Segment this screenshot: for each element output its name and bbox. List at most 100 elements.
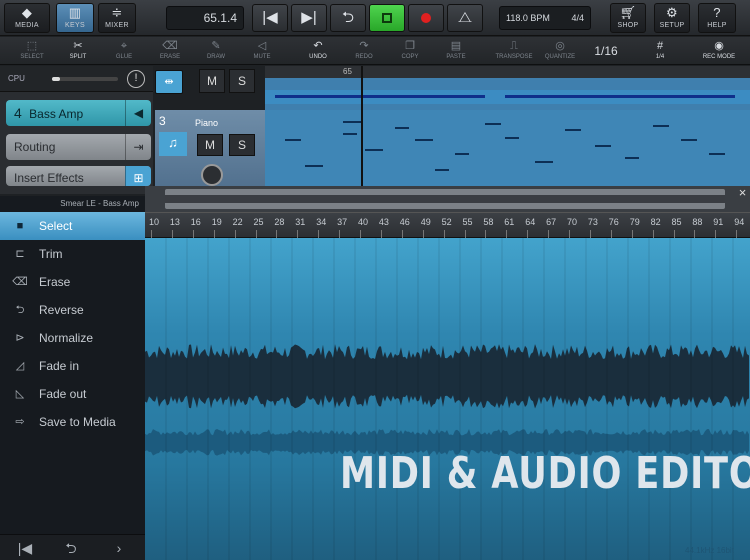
eraser-icon: ⌫	[162, 40, 178, 52]
fade-in-icon: ◿	[15, 360, 25, 372]
track-row-piano[interactable]: 3 Piano ♫ M S	[155, 110, 265, 194]
cpu-warning-icon[interactable]: !	[127, 70, 145, 88]
erase-tool[interactable]: ⌫ ERASE	[150, 38, 190, 64]
undo-label: UNDO	[309, 54, 327, 60]
ruler-tick	[401, 230, 403, 238]
ruler-tick-label: 91	[713, 217, 724, 227]
erase-icon: ⌫	[12, 276, 28, 288]
tool-fade-in[interactable]: ◿ Fade in	[0, 352, 145, 380]
overview-window[interactable]	[165, 189, 725, 209]
select-tool[interactable]: ⬚ SELECT	[12, 38, 52, 64]
redo-button[interactable]: ↷ REDO	[344, 38, 384, 64]
editor-ruler[interactable]: 10 13 16 19 22 25 28 31 34 37 40 43 46 49 52 55 58 61 64 67…	[145, 212, 750, 238]
time-signature: 4/4	[571, 13, 584, 23]
loop-icon[interactable]: ⮌	[58, 539, 84, 557]
piano-mute-button[interactable]: M	[197, 134, 223, 156]
tool-select[interactable]: ■ Select	[0, 212, 145, 240]
tempo-display[interactable]: 118.0 BPM 4/4	[499, 6, 591, 30]
record-icon	[421, 13, 431, 23]
record-button[interactable]	[408, 4, 444, 32]
chevron-right-icon[interactable]: ›	[106, 539, 132, 557]
ruler-tick-label: 88	[692, 217, 703, 227]
piano-instrument-icon[interactable]: ♫	[159, 132, 187, 156]
ruler-tick	[151, 230, 152, 238]
tool-fade-out[interactable]: ◺ Fade out	[0, 380, 145, 408]
forward-button[interactable]: ▶|	[291, 4, 327, 32]
help-label: HELP	[707, 22, 727, 29]
paste-icon: ▤	[450, 40, 462, 52]
skip-back-icon[interactable]: |◀	[12, 539, 38, 557]
media-button[interactable]: ◆ MEDIA	[4, 3, 50, 33]
media-icon: ◆	[21, 5, 33, 20]
draw-tool[interactable]: ✎ DRAW	[196, 38, 236, 64]
track-name: Bass Amp	[29, 107, 84, 121]
ruler-tick-label: 22	[232, 217, 243, 227]
glue-tool[interactable]: ⌖ GLUE	[104, 38, 144, 64]
track-split-icon[interactable]: ⇹	[155, 70, 183, 94]
stop-button[interactable]	[369, 4, 405, 32]
waveform-overview[interactable]: ×	[145, 186, 750, 212]
ruler-tick-label: 31	[295, 217, 306, 227]
tool-trim[interactable]: ⊏ Trim	[0, 240, 145, 268]
keys-button[interactable]: ▥ KEYS	[56, 3, 94, 33]
waveform-view[interactable]: MIDI & AUDIO EDITOR 44.1kHz 16bit	[145, 238, 750, 560]
scissors-icon: ✂	[73, 40, 83, 52]
ruler-tick	[360, 230, 361, 238]
tool-reverse[interactable]: ⮌ Reverse	[0, 296, 145, 324]
redo-label: REDO	[355, 54, 373, 60]
top-track-solo-button[interactable]: S	[229, 69, 255, 93]
gear-icon: ⚙	[666, 5, 678, 20]
keys-label: KEYS	[65, 22, 85, 29]
tool-erase[interactable]: ⌫ Erase	[0, 268, 145, 296]
undo-button[interactable]: ↶ UNDO	[298, 38, 338, 64]
playhead[interactable]	[361, 66, 363, 186]
cart-icon: 🛒︎	[619, 5, 637, 20]
quantize-value-select[interactable]: 1/16	[586, 38, 626, 64]
copy-button[interactable]: ❐ COPY	[390, 38, 430, 64]
erase-tool-label: ERASE	[159, 54, 181, 60]
ruler-tick-label: 40	[358, 217, 369, 227]
routing-button[interactable]: Routing ⇥	[6, 134, 151, 160]
mute-tool[interactable]: ◁ MUTE	[242, 38, 282, 64]
select-tool-label: SELECT	[20, 54, 44, 60]
reverse-icon: ⮌	[15, 304, 25, 316]
selected-track-header[interactable]: 4 Bass Amp ◀	[6, 100, 151, 126]
shop-button[interactable]: 🛒︎ SHOP	[610, 3, 646, 33]
transport-bar: ◆ MEDIA ▥ KEYS ≑ MIXER 65.1.4 |◀ ▶| ⮌ ⧍ …	[0, 0, 750, 36]
metronome-button[interactable]: ⧍	[447, 4, 483, 32]
tool-normalize[interactable]: ⊳ Normalize	[0, 324, 145, 352]
ruler-tick	[652, 230, 654, 238]
mixer-button[interactable]: ≑ MIXER	[98, 3, 136, 33]
close-icon[interactable]: ×	[735, 186, 750, 200]
split-tool[interactable]: ✂ SPLIT	[58, 38, 98, 64]
bass-region[interactable]	[265, 90, 750, 104]
rec-mode-icon: ◉	[714, 40, 724, 52]
routing-label: Routing	[14, 140, 56, 154]
tool-save-to-media[interactable]: ⇨ Save to Media	[0, 408, 145, 436]
collapse-arrow-icon[interactable]: ◀	[125, 100, 151, 126]
paste-button[interactable]: ▤ PASTE	[436, 38, 476, 64]
piano-record-arm-button[interactable]	[201, 164, 223, 186]
ruler-tick-label: 43	[378, 217, 389, 227]
grid-button[interactable]: #1/4	[640, 38, 680, 64]
ruler-tick	[548, 230, 550, 238]
help-button[interactable]: ? HELP	[698, 3, 736, 33]
setup-button[interactable]: ⚙ SETUP	[654, 3, 690, 33]
piano-solo-button[interactable]: S	[229, 134, 255, 156]
tool-label: Normalize	[39, 331, 94, 345]
rec-mode-button[interactable]: ◉ REC MODE	[696, 38, 742, 64]
editor-bottom-bar: |◀ ⮌ ›	[0, 534, 145, 560]
insert-effects-button[interactable]: Insert Effects ⊞	[6, 166, 151, 186]
transpose-button[interactable]: ⎍ TRANSPOSE	[490, 38, 538, 64]
ruler-tick-label: 64	[525, 217, 536, 227]
ruler-tick	[610, 230, 612, 238]
ruler-tick	[736, 230, 738, 238]
ruler-tick	[380, 230, 382, 238]
top-track-mute-button[interactable]: M	[199, 69, 225, 93]
piano-region[interactable]	[265, 110, 750, 186]
loop-button[interactable]: ⮌	[330, 4, 366, 32]
rewind-button[interactable]: |◀	[252, 4, 288, 32]
position-display[interactable]: 65.1.4	[166, 6, 244, 30]
ruler-tick-label: 25	[253, 217, 264, 227]
quantize-button[interactable]: ◎ QUANTIZE	[538, 38, 582, 64]
